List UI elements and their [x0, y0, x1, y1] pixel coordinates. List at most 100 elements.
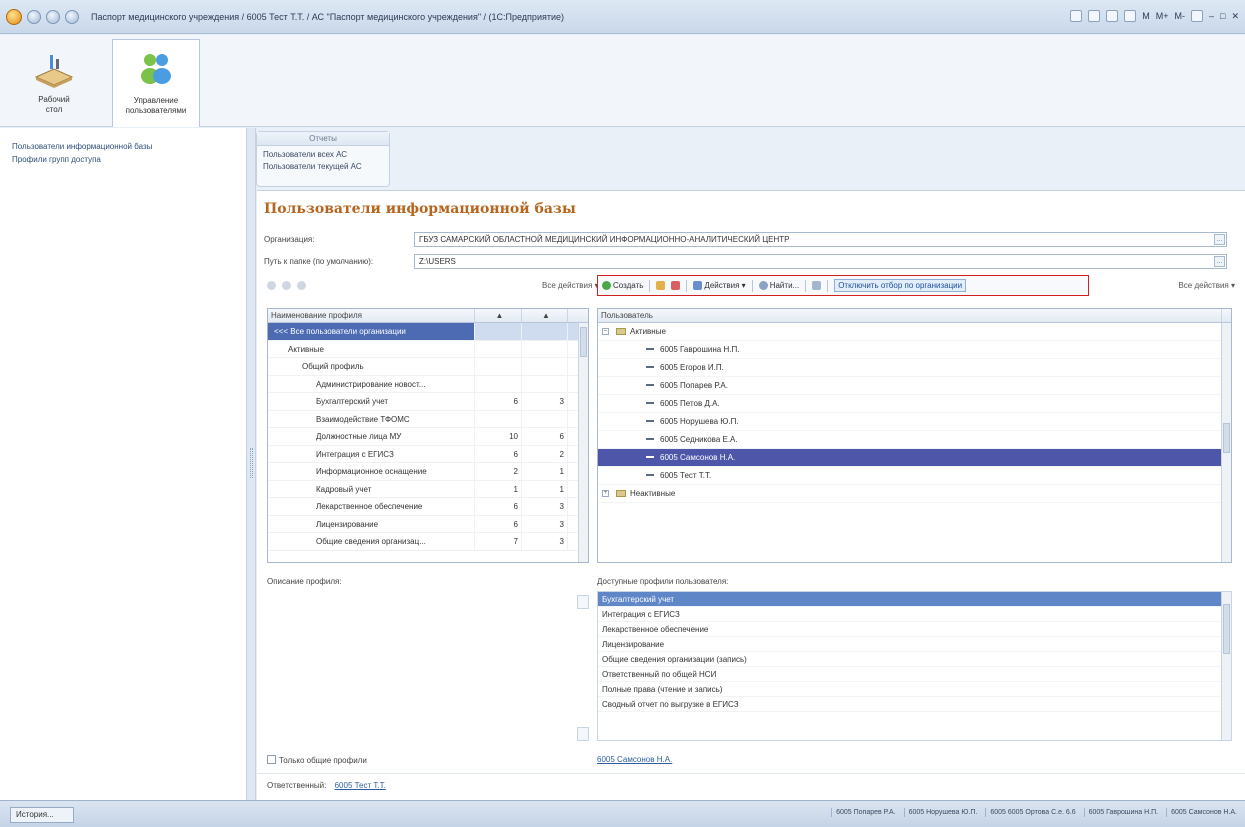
path-select-icon[interactable]: …	[1214, 256, 1225, 267]
table-row[interactable]: Кадровый учет 1 1	[268, 480, 588, 498]
table-row[interactable]: Бухгалтерский учет 6 3	[268, 393, 588, 411]
users-scrollbar[interactable]	[1221, 323, 1231, 562]
table-row[interactable]: Взаимодействие ТФОМС	[268, 410, 588, 428]
home-icon[interactable]	[65, 9, 79, 24]
list-item[interactable]: Полные права (чтение и запись)	[598, 682, 1231, 697]
user-name: 6005 Самсонов Н.А.	[660, 453, 736, 462]
path-field[interactable]: Z:\USERS …	[414, 254, 1227, 269]
table-row[interactable]: Лицензирование 6 3	[268, 515, 588, 533]
available-profiles-list[interactable]: Бухгалтерский учет Интеграция с ЕГИСЗ Лека…	[597, 591, 1232, 741]
history-icon[interactable]	[1088, 10, 1101, 22]
refresh-icon[interactable]	[297, 280, 306, 290]
list-item[interactable]: Сводный отчет по выгрузке в ЕГИСЗ	[598, 697, 1231, 712]
table-row[interactable]: Интеграция с ЕГИСЗ 6 2	[268, 445, 588, 463]
users-table[interactable]: Пользователь – Активные 6005 Гаврошина Н…	[597, 308, 1232, 563]
table-row[interactable]: Информационное оснащение 2 1	[268, 463, 588, 481]
nav-link-ib-users[interactable]: Пользователи информационной базы	[12, 142, 246, 151]
table-row[interactable]: <<< Все пользователи организации	[268, 323, 588, 341]
app-menu-icon[interactable]	[6, 8, 22, 25]
users-count-cell	[475, 410, 522, 427]
open-window-tab[interactable]: 6005 Гаврошина Н.П.	[1083, 808, 1163, 817]
memory-minus-button[interactable]: M-	[1175, 11, 1186, 21]
available-profiles-scrollbar[interactable]	[1221, 592, 1231, 740]
profiles-table[interactable]: Наименование профиля ▲ ▲ <<< Все пользов…	[267, 308, 589, 563]
cancel-search-icon[interactable]	[812, 281, 822, 290]
actions-menu-button[interactable]: Действия ▾	[693, 281, 746, 290]
list-item[interactable]: 6005 Тест Т.Т.	[598, 467, 1231, 485]
description-scroll-down[interactable]	[577, 727, 589, 741]
back-icon[interactable]	[27, 9, 41, 24]
favorites-icon[interactable]	[1070, 10, 1083, 22]
table-row[interactable]: Лекарственное обеспечение 6 3	[268, 498, 588, 516]
list-item[interactable]: 6005 Гаврошина Н.П.	[598, 341, 1231, 359]
users-count-cell: 1	[475, 480, 522, 497]
table-row[interactable]: Должностные лица МУ 10 6	[268, 428, 588, 446]
description-scroll-up[interactable]	[577, 595, 589, 609]
inactive-users-group[interactable]: + Неактивные	[598, 485, 1231, 503]
disable-org-filter-button[interactable]: Отключить отбор по организации	[834, 279, 967, 292]
edit-icon[interactable]	[656, 281, 666, 290]
list-item[interactable]: Ответственный по общей НСИ	[598, 667, 1231, 682]
section-desktop[interactable]: Рабочий стол	[10, 39, 98, 123]
calculator-icon[interactable]	[1124, 10, 1137, 22]
list-item[interactable]: 6005 Егоров И.П.	[598, 359, 1231, 377]
section-user-management[interactable]: Управление пользователями	[112, 39, 200, 127]
table-row[interactable]: Активные	[268, 340, 588, 358]
profiles-scroll-thumb[interactable]	[580, 327, 587, 357]
list-item[interactable]: Бухгалтерский учет	[598, 592, 1231, 607]
user-name: 6005 Седникова Е.А.	[660, 435, 738, 444]
list-item[interactable]: 6005 Попарев Р.А.	[598, 377, 1231, 395]
list-item[interactable]: 6005 Самсонов Н.А.	[598, 449, 1231, 467]
open-window-tab[interactable]: 6005 Норушева Ю.П.	[903, 808, 982, 817]
user-name: 6005 Гаврошина Н.П.	[660, 345, 740, 354]
calendar-icon[interactable]	[1106, 10, 1119, 22]
report-link-all-as[interactable]: Пользователи всех АС	[257, 149, 389, 161]
open-window-tab[interactable]: 6005 6005 Ортова С.е. 6.6	[985, 808, 1079, 817]
title-bar-tools: M M+ M- – □ ✕	[1070, 10, 1239, 22]
list-item[interactable]: Лекарственное обеспечение	[598, 622, 1231, 637]
panel-splitter[interactable]	[247, 128, 256, 800]
available-scroll-thumb[interactable]	[1223, 604, 1230, 654]
report-link-current-as[interactable]: Пользователи текущей АС	[257, 161, 389, 173]
users-scroll-thumb[interactable]	[1223, 423, 1230, 453]
users-all-actions[interactable]: Все действия ▾	[1178, 281, 1235, 290]
actions-icon	[693, 281, 703, 290]
memory-plus-button[interactable]: M+	[1156, 11, 1169, 21]
user-name: 6005 Норушева Ю.П.	[660, 417, 739, 426]
info-icon[interactable]	[1191, 10, 1203, 22]
org-field[interactable]: ГБУЗ САМАРСКИЙ ОБЛАСТНОЙ МЕДИЦИНСКИЙ ИНФ…	[414, 232, 1227, 247]
list-item[interactable]: Лицензирование	[598, 637, 1231, 652]
create-button[interactable]: Создать	[602, 281, 643, 290]
table-row[interactable]: Общие сведения организац... 7 3	[268, 533, 588, 551]
profiles-all-actions[interactable]: Все действия ▾	[542, 281, 599, 290]
find-button[interactable]: Найти...	[758, 281, 799, 290]
close-button[interactable]: ✕	[1231, 11, 1239, 22]
restore-button[interactable]: □	[1220, 11, 1225, 21]
open-window-tab[interactable]: 6005 Самсонов Н.А.	[1166, 808, 1241, 817]
memory-button[interactable]: M	[1142, 11, 1150, 21]
table-row[interactable]: Администрирование новост...	[268, 375, 588, 393]
selected-user-link[interactable]: 6005 Самсонов Н.А.	[597, 755, 672, 764]
list-item[interactable]: 6005 Петов Д.А.	[598, 395, 1231, 413]
list-item[interactable]: Интеграция с ЕГИСЗ	[598, 607, 1231, 622]
move-down-icon[interactable]	[282, 280, 291, 290]
profiles-scrollbar[interactable]	[578, 323, 588, 562]
org-select-icon[interactable]: …	[1214, 234, 1225, 245]
minimize-button[interactable]: –	[1209, 11, 1214, 21]
only-common-profiles-checkbox[interactable]: Только общие профили	[267, 755, 367, 765]
table-row[interactable]: Общий профиль	[268, 358, 588, 376]
list-item[interactable]: 6005 Седникова Е.А.	[598, 431, 1231, 449]
move-up-icon[interactable]	[267, 280, 276, 290]
description-field[interactable]	[267, 589, 589, 739]
checkbox-icon[interactable]	[267, 755, 276, 764]
list-item[interactable]: 6005 Норушева Ю.П.	[598, 413, 1231, 431]
open-window-tab[interactable]: 6005 Попарев Р.А.	[831, 808, 899, 817]
groups-count-cell	[522, 323, 568, 340]
delete-icon[interactable]	[671, 281, 681, 290]
list-item[interactable]: Общие сведения организации (запись)	[598, 652, 1231, 667]
nav-link-access-profiles[interactable]: Профили групп доступа	[12, 155, 246, 164]
responsible-link[interactable]: 6005 Тест Т.Т.	[335, 781, 386, 790]
active-users-group[interactable]: – Активные	[598, 323, 1231, 341]
history-button[interactable]: История...	[10, 807, 74, 823]
forward-icon[interactable]	[46, 9, 60, 24]
